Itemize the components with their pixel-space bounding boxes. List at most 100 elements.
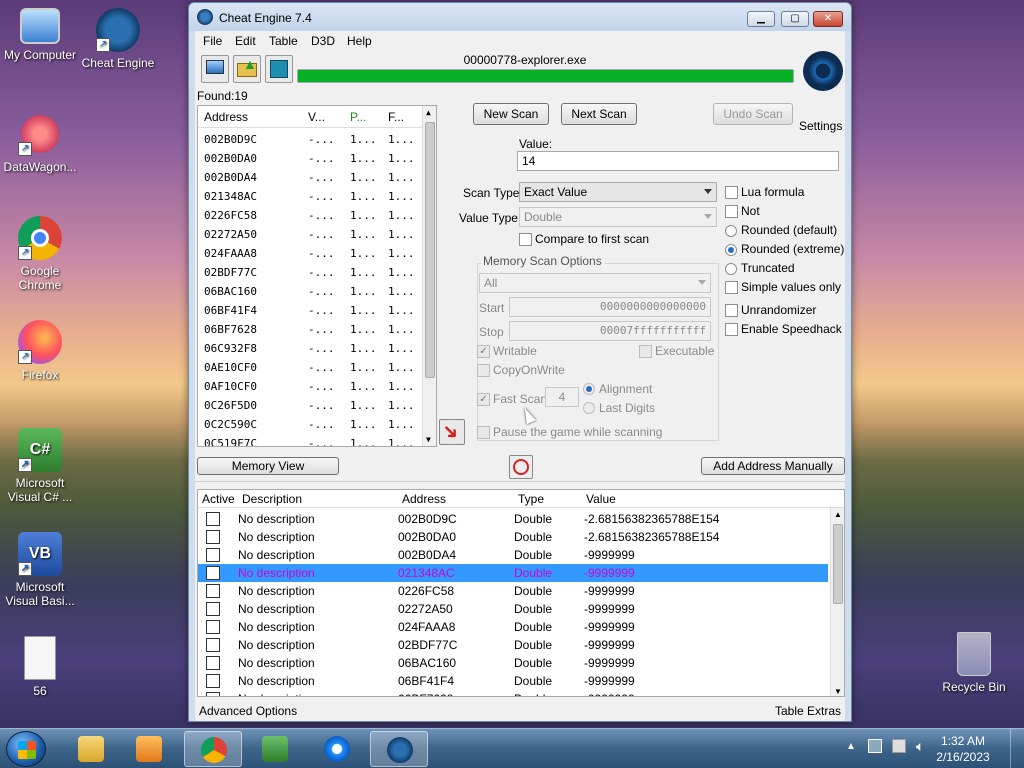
show-desktop-button[interactable] xyxy=(1010,729,1024,768)
found-list-row[interactable]: 02BDF77C -... 1... 1... xyxy=(198,263,424,282)
column-first[interactable]: F... xyxy=(388,110,404,124)
active-checkbox[interactable] xyxy=(206,674,220,688)
compare-first-checkbox[interactable] xyxy=(519,233,532,246)
found-list-row[interactable]: 06BF41F4 -... 1... 1... xyxy=(198,301,424,320)
add-to-list-button[interactable]: ➜ xyxy=(437,418,465,446)
action-center-icon[interactable] xyxy=(892,739,906,753)
clock[interactable]: 1:32 AM 2/16/2023 xyxy=(928,733,998,765)
settings-logo-button[interactable]: Settings xyxy=(799,51,845,133)
next-scan-button[interactable]: Next Scan xyxy=(561,103,637,125)
scrollbar-thumb[interactable] xyxy=(833,524,843,604)
start-address-input[interactable]: 0000000000000000 xyxy=(509,297,711,317)
pause-game-checkbox[interactable] xyxy=(477,426,490,439)
column-type[interactable]: Type xyxy=(518,492,544,506)
found-list-scrollbar[interactable]: ▲ ▼ xyxy=(422,106,436,446)
address-table-row[interactable]: No description 0226FC58 Double -9999999 xyxy=(198,582,828,600)
taskbar-explorer[interactable] xyxy=(62,731,120,767)
address-table-scrollbar[interactable]: ▲ ▼ xyxy=(830,508,844,696)
found-list-row[interactable]: 06BAC160 -... 1... 1... xyxy=(198,282,424,301)
address-table-row[interactable]: No description 002B0D9C Double -2.681563823… xyxy=(198,510,828,528)
address-table[interactable]: Active Description Address Type Value No… xyxy=(197,489,845,697)
value-input[interactable]: 14 xyxy=(517,151,839,171)
executable-checkbox[interactable] xyxy=(639,345,652,358)
lua-formula-checkbox[interactable] xyxy=(725,186,738,199)
taskbar-chrome[interactable] xyxy=(184,731,242,767)
value-type-select[interactable]: Double xyxy=(519,207,717,227)
column-address[interactable]: Address xyxy=(402,492,446,506)
fast-scan-value-input[interactable]: 4 xyxy=(545,387,579,407)
found-list-row[interactable]: 002B0DA0 -... 1... 1... xyxy=(198,149,424,168)
menu-table[interactable]: Table xyxy=(269,34,298,48)
desktop-icon-firefox[interactable]: ↗ Firefox xyxy=(0,320,80,382)
splitter[interactable] xyxy=(195,481,845,485)
found-list-row[interactable]: 06C932F8 -... 1... 1... xyxy=(198,339,424,358)
column-address[interactable]: Address xyxy=(204,110,248,124)
memory-region-select[interactable]: All xyxy=(479,273,711,293)
alignment-radio[interactable] xyxy=(583,383,595,395)
start-button[interactable] xyxy=(6,731,46,767)
last-digits-radio[interactable] xyxy=(583,402,595,414)
desktop-icon-cheat-engine[interactable]: ↗ Cheat Engine xyxy=(78,8,158,70)
stop-button[interactable] xyxy=(509,455,533,479)
desktop-icon-visual-basic[interactable]: VB ↗ Microsoft Visual Basi... xyxy=(0,532,80,608)
menu-d3d[interactable]: D3D xyxy=(311,34,335,48)
found-list-row[interactable]: 002B0DA4 -... 1... 1... xyxy=(198,168,424,187)
maximize-button[interactable]: ▢ xyxy=(781,11,809,27)
address-table-row[interactable]: No description 02BDF77C Double -9999999 xyxy=(198,636,828,654)
close-button[interactable]: ✕ xyxy=(813,11,843,27)
menu-help[interactable]: Help xyxy=(347,34,372,48)
address-table-row[interactable]: No description 021348AC Double -9999999 xyxy=(198,564,828,582)
advanced-options-link[interactable]: Advanced Options xyxy=(199,704,297,718)
column-active[interactable]: Active xyxy=(202,492,235,506)
found-list-row[interactable]: 0226FC58 -... 1... 1... xyxy=(198,206,424,225)
found-list-row[interactable]: 021348AC -... 1... 1... xyxy=(198,187,424,206)
active-checkbox[interactable] xyxy=(206,566,220,580)
memory-view-button[interactable]: Memory View xyxy=(197,457,339,475)
column-description[interactable]: Description xyxy=(242,492,302,506)
taskbar-media-player[interactable] xyxy=(120,731,178,767)
active-checkbox[interactable] xyxy=(206,620,220,634)
found-list-row[interactable]: 0C2C590C -... 1... 1... xyxy=(198,415,424,434)
found-list-row[interactable]: 0C26F5D0 -... 1... 1... xyxy=(198,396,424,415)
stop-address-input[interactable]: 00007fffffffffff xyxy=(509,321,711,341)
found-list-row[interactable]: 0AF10CF0 -... 1... 1... xyxy=(198,377,424,396)
scrollbar-thumb[interactable] xyxy=(425,122,435,378)
minimize-button[interactable]: ▁ xyxy=(747,11,775,27)
active-checkbox[interactable] xyxy=(206,512,220,526)
desktop-icon-my-computer[interactable]: My Computer xyxy=(0,8,80,62)
speedhack-checkbox[interactable] xyxy=(725,323,738,336)
column-value[interactable]: Value xyxy=(586,492,616,506)
address-table-row[interactable]: No description 02272A50 Double -9999999 xyxy=(198,600,828,618)
column-previous[interactable]: P... xyxy=(350,110,366,124)
table-extras-link[interactable]: Table Extras xyxy=(775,704,841,718)
taskbar-internet-explorer[interactable] xyxy=(308,731,366,767)
desktop-icon-google-chrome[interactable]: ↗ Google Chrome xyxy=(0,216,80,292)
taskbar-visual-csharp[interactable] xyxy=(246,731,304,767)
truncated-radio[interactable] xyxy=(725,263,737,275)
new-scan-button[interactable]: New Scan xyxy=(473,103,549,125)
found-list-row[interactable]: 002B0D9C -... 1... 1... xyxy=(198,130,424,149)
desktop-icon-visual-csharp[interactable]: C# ↗ Microsoft Visual C# ... xyxy=(0,428,80,504)
volume-icon[interactable]: 🔈︎ xyxy=(916,738,924,755)
address-table-row[interactable]: No description 002B0DA4 Double -9999999 xyxy=(198,546,828,564)
not-checkbox[interactable] xyxy=(725,205,738,218)
add-address-manually-button[interactable]: Add Address Manually xyxy=(701,457,845,475)
rounded-default-radio[interactable] xyxy=(725,225,737,237)
undo-scan-button[interactable]: Undo Scan xyxy=(713,103,793,125)
scan-type-select[interactable]: Exact Value xyxy=(519,182,717,202)
rounded-extreme-radio[interactable] xyxy=(725,244,737,256)
found-list-row[interactable]: 0C519F7C -... 1... 1... xyxy=(198,434,424,446)
active-checkbox[interactable] xyxy=(206,602,220,616)
writable-checkbox[interactable]: ✓ xyxy=(477,345,490,358)
found-list-row[interactable]: 024FAAA8 -... 1... 1... xyxy=(198,244,424,263)
found-list-row[interactable]: 02272A50 -... 1... 1... xyxy=(198,225,424,244)
title-bar[interactable]: Cheat Engine 7.4 ▁ ▢ ✕ xyxy=(189,3,851,31)
desktop-icon-datawagon[interactable]: ↗ DataWagon... xyxy=(0,112,80,174)
menu-edit[interactable]: Edit xyxy=(235,34,256,48)
desktop-icon-file-56[interactable]: 56 xyxy=(0,636,80,698)
copy-on-write-checkbox[interactable] xyxy=(477,364,490,377)
found-list[interactable]: Address V... P... F... 002B0D9C -... 1... 1… xyxy=(197,105,437,447)
found-list-row[interactable]: 06BF7628 -... 1... 1... xyxy=(198,320,424,339)
address-table-row[interactable]: No description 06BF41F4 Double -9999999 xyxy=(198,672,828,690)
desktop-icon-recycle-bin[interactable]: Recycle Bin xyxy=(934,632,1014,694)
